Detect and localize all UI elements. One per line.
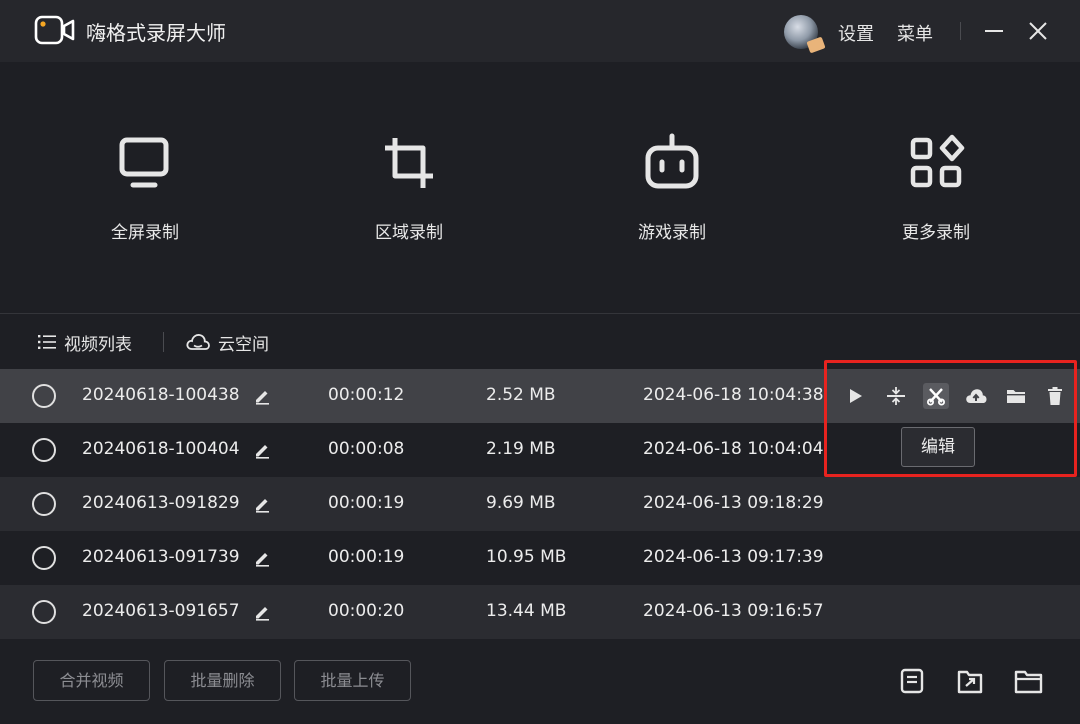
gamepad-icon bbox=[642, 132, 702, 194]
mode-label: 全屏录制 bbox=[111, 223, 179, 243]
video-name: 20240613-091829 bbox=[82, 493, 240, 513]
tab-label: 视频列表 bbox=[64, 334, 132, 355]
list-tabs: 视频列表 云空间 bbox=[0, 315, 1080, 369]
list-icon bbox=[38, 335, 56, 349]
mode-label: 更多录制 bbox=[902, 223, 970, 243]
mode-label: 区域录制 bbox=[375, 223, 443, 243]
minimize-icon[interactable] bbox=[983, 20, 1005, 42]
video-duration: 00:00:19 bbox=[328, 547, 405, 567]
video-duration: 00:00:19 bbox=[328, 493, 405, 513]
video-size: 10.95 MB bbox=[486, 547, 567, 567]
row-checkbox[interactable] bbox=[32, 492, 56, 516]
edit-icon[interactable] bbox=[923, 383, 949, 409]
video-date: 2024-06-18 10:04:38 bbox=[643, 385, 824, 405]
row-checkbox[interactable] bbox=[32, 384, 56, 408]
close-icon[interactable] bbox=[1027, 20, 1049, 42]
video-duration: 00:00:20 bbox=[328, 601, 405, 621]
video-date: 2024-06-13 09:18:29 bbox=[643, 493, 824, 513]
video-name: 20240613-091657 bbox=[82, 601, 240, 621]
tab-label: 云空间 bbox=[218, 334, 269, 355]
app-logo-icon bbox=[34, 14, 76, 46]
video-name: 20240613-091739 bbox=[82, 547, 240, 567]
vip-badge-icon bbox=[806, 36, 826, 54]
rename-pencil-icon[interactable] bbox=[253, 441, 271, 459]
app-title: 嗨格式录屏大师 bbox=[86, 21, 226, 45]
titlebar-divider bbox=[960, 22, 961, 40]
tab-divider bbox=[163, 332, 164, 352]
video-name: 20240618-100404 bbox=[82, 439, 240, 459]
video-duration: 00:00:12 bbox=[328, 385, 405, 405]
table-row[interactable]: 20240613-091739 00:00:19 10.95 MB 2024-0… bbox=[0, 531, 1080, 585]
mode-game-record[interactable]: 游戏录制 bbox=[602, 132, 742, 252]
bottom-bar: 合并视频 批量删除 批量上传 bbox=[0, 640, 1080, 724]
rename-pencil-icon[interactable] bbox=[253, 549, 271, 567]
row-checkbox[interactable] bbox=[32, 546, 56, 570]
video-duration: 00:00:08 bbox=[328, 439, 405, 459]
mode-region-record[interactable]: 区域录制 bbox=[339, 132, 479, 252]
cloud-upload-icon[interactable] bbox=[963, 383, 989, 409]
crop-icon bbox=[379, 132, 439, 194]
monitor-icon bbox=[115, 132, 175, 194]
user-avatar[interactable] bbox=[784, 15, 826, 54]
play-icon[interactable] bbox=[842, 383, 868, 409]
rename-pencil-icon[interactable] bbox=[253, 495, 271, 513]
batch-delete-button[interactable]: 批量删除 bbox=[164, 660, 281, 701]
video-size: 2.19 MB bbox=[486, 439, 556, 459]
mode-label: 游戏录制 bbox=[638, 223, 706, 243]
table-row[interactable]: 20240613-091657 00:00:20 13.44 MB 2024-0… bbox=[0, 585, 1080, 639]
export-icon[interactable] bbox=[956, 666, 986, 696]
video-date: 2024-06-18 10:04:04 bbox=[643, 439, 824, 459]
tab-video-list[interactable]: 视频列表 bbox=[38, 330, 132, 355]
row-checkbox[interactable] bbox=[32, 600, 56, 624]
video-name: 20240618-100438 bbox=[82, 385, 240, 405]
import-icon[interactable] bbox=[898, 666, 928, 696]
table-row[interactable]: 20240613-091829 00:00:19 9.69 MB 2024-06… bbox=[0, 477, 1080, 531]
table-row[interactable]: 20240618-100438 00:00:12 2.52 MB 2024-06… bbox=[0, 369, 1080, 423]
settings-button[interactable]: 设置 bbox=[838, 20, 874, 46]
row-checkbox[interactable] bbox=[32, 438, 56, 462]
split-icon[interactable] bbox=[883, 383, 909, 409]
row-actions bbox=[842, 383, 1068, 409]
batch-upload-button[interactable]: 批量上传 bbox=[294, 660, 411, 701]
open-folder-icon[interactable] bbox=[1014, 666, 1044, 696]
cloud-icon bbox=[186, 334, 210, 350]
rename-pencil-icon[interactable] bbox=[253, 387, 271, 405]
video-size: 2.52 MB bbox=[486, 385, 556, 405]
trash-icon[interactable] bbox=[1042, 383, 1068, 409]
rename-pencil-icon[interactable] bbox=[253, 603, 271, 621]
mode-fullscreen-record[interactable]: 全屏录制 bbox=[75, 132, 215, 252]
tab-cloud-space[interactable]: 云空间 bbox=[186, 330, 269, 355]
video-date: 2024-06-13 09:17:39 bbox=[643, 547, 824, 567]
apps-grid-icon bbox=[906, 132, 966, 194]
mode-more-record[interactable]: 更多录制 bbox=[866, 132, 1006, 252]
merge-videos-button[interactable]: 合并视频 bbox=[33, 660, 150, 701]
recording-modes: 全屏录制 区域录制 游戏录制 更多录制 bbox=[0, 62, 1080, 314]
folder-icon[interactable] bbox=[1003, 383, 1029, 409]
video-date: 2024-06-13 09:16:57 bbox=[643, 601, 824, 621]
title-bar: 嗨格式录屏大师 设置 菜单 bbox=[0, 0, 1080, 62]
menu-button[interactable]: 菜单 bbox=[897, 20, 933, 46]
edit-tooltip: 编辑 bbox=[901, 427, 975, 467]
video-size: 9.69 MB bbox=[486, 493, 556, 513]
video-size: 13.44 MB bbox=[486, 601, 567, 621]
